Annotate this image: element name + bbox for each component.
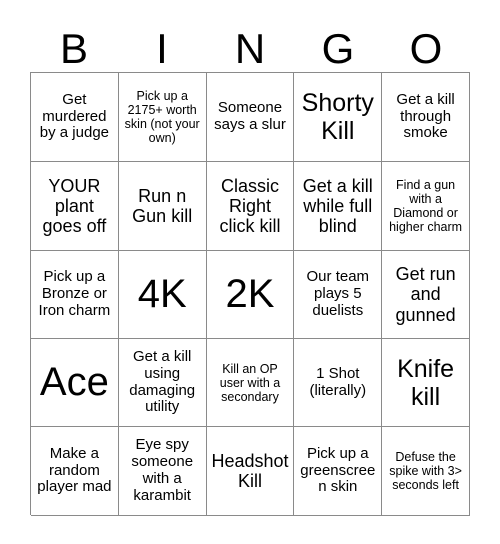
- bingo-header-letter-4: O: [409, 25, 443, 72]
- bingo-cell-label: Knife kill: [397, 354, 455, 411]
- bingo-cell-r0-c0[interactable]: Get murdered by a judge: [31, 73, 119, 162]
- bingo-cell-label: Find a gun with a Diamond or higher char…: [389, 178, 463, 234]
- bingo-cell-r3-c3[interactable]: 1 Shot (literally): [294, 339, 383, 427]
- bingo-cell-label: Get a kill while full blind: [302, 175, 373, 237]
- bingo-cell-r4-c0[interactable]: Make a random player mad: [31, 427, 119, 516]
- bingo-cell-r4-c1[interactable]: Eye spy someone with a karambit: [118, 427, 207, 516]
- bingo-cell-r2-c2[interactable]: 2K: [206, 251, 295, 339]
- bingo-grid: Get murdered by a judge Pick up a 2175+ w…: [30, 72, 470, 516]
- bingo-cell-label: Classic Right click kill: [219, 175, 281, 237]
- bingo-cell-label: Shorty Kill: [301, 89, 374, 145]
- bingo-cell-r3-c4[interactable]: Knife kill: [382, 339, 470, 427]
- bingo-cell-r2-c0[interactable]: Pick up a Bronze or Iron charm: [31, 251, 119, 339]
- bingo-cell-label: Ace: [39, 360, 109, 405]
- bingo-header-letter-0: B: [59, 25, 88, 72]
- bingo-cell-label: YOUR plant goes off: [42, 175, 107, 237]
- bingo-card: B I N G O Get murdered by a judge Pick up a 2…: [0, 0, 500, 544]
- bingo-cell-label: Get murdered by a judge: [39, 90, 110, 142]
- bingo-cell-label: Kill an OP user with a secondary: [219, 361, 281, 404]
- bingo-header-letter-1: I: [156, 25, 168, 72]
- bingo-cell-r4-c2[interactable]: Headshot Kill: [206, 427, 295, 516]
- bingo-cell-label: 4K: [137, 272, 187, 317]
- bingo-cell-label: Defuse the spike with 3> seconds left: [389, 450, 462, 492]
- bingo-cell-r1-c3[interactable]: Get a kill while full blind: [294, 162, 383, 251]
- bingo-cell-label: Get run and gunned: [395, 264, 456, 325]
- bingo-cell-r3-c2[interactable]: Kill an OP user with a secondary: [206, 339, 295, 427]
- bingo-cell-label: Get a kill using damaging utility: [129, 347, 196, 416]
- bingo-cell-r0-c3[interactable]: Shorty Kill: [294, 73, 383, 162]
- bingo-cell-label: Headshot Kill: [211, 450, 289, 491]
- bingo-cell-label: Run n Gun kill: [132, 185, 193, 226]
- bingo-cell-r1-c0[interactable]: YOUR plant goes off: [31, 162, 119, 251]
- bingo-header-letter-2: N: [234, 25, 266, 72]
- bingo-cell-label: Get a kill through smoke: [396, 90, 455, 142]
- bingo-cell-r1-c1[interactable]: Run n Gun kill: [118, 162, 207, 251]
- bingo-cell-label: Pick up a Bronze or Iron charm: [38, 268, 111, 319]
- bingo-cell-r0-c1[interactable]: Pick up a 2175+ worth skin (not your own…: [118, 73, 207, 162]
- bingo-cell-r4-c4[interactable]: Defuse the spike with 3> seconds left: [382, 427, 470, 516]
- bingo-cell-r2-c3[interactable]: Our team plays 5 duelists: [294, 251, 383, 339]
- bingo-cell-r3-c1[interactable]: Get a kill using damaging utility: [118, 339, 207, 427]
- bingo-cell-label: Eye spy someone with a karambit: [131, 436, 194, 504]
- bingo-cell-label: Pick up a 2175+ worth skin (not your own…: [124, 89, 200, 145]
- bingo-cell-label: Make a random player mad: [37, 444, 112, 496]
- bingo-cell-r0-c4[interactable]: Get a kill through smoke: [382, 73, 470, 162]
- bingo-cell-label: Our team plays 5 duelists: [306, 268, 370, 319]
- bingo-cell-r2-c4[interactable]: Get run and gunned: [382, 251, 470, 339]
- bingo-cell-label: 2K: [225, 272, 275, 317]
- bingo-cell-r3-c0[interactable]: Ace: [31, 339, 119, 427]
- bingo-cell-r4-c3[interactable]: Pick up a greenscreen skin: [294, 427, 383, 516]
- bingo-cell-r1-c2[interactable]: Classic Right click kill: [206, 162, 295, 251]
- bingo-cell-label: Pick up a greenscreen skin: [300, 444, 376, 496]
- bingo-cell-r2-c1[interactable]: 4K: [118, 251, 207, 339]
- bingo-cell-r0-c2[interactable]: Someone says a slur: [206, 73, 295, 162]
- bingo-cell-r1-c4[interactable]: Find a gun with a Diamond or higher char…: [382, 162, 470, 251]
- bingo-cell-label: Someone says a slur: [214, 99, 286, 133]
- bingo-header-row: BINGO: [30, 14, 470, 72]
- bingo-cell-label: 1 Shot (literally): [309, 364, 367, 399]
- bingo-header-letter-3: G: [321, 25, 355, 72]
